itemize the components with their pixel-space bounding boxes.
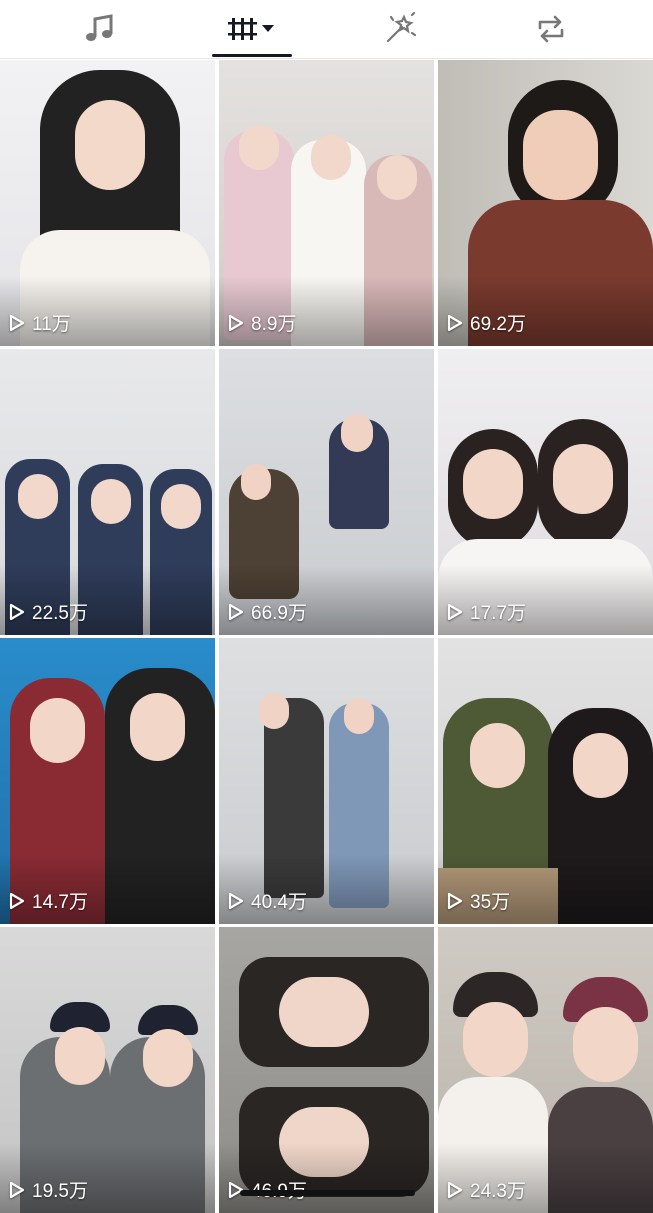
view-count: 66.9万 xyxy=(228,598,307,625)
view-count: 24.3万 xyxy=(447,1176,526,1203)
view-count: 11万 xyxy=(9,309,71,336)
video-thumbnail[interactable]: 17.7万 xyxy=(438,349,653,635)
video-grid-icon xyxy=(228,18,274,40)
view-count-text: 11万 xyxy=(32,314,71,335)
video-thumbnail[interactable]: 11万 xyxy=(0,60,215,346)
thumbnail-figure xyxy=(18,474,58,519)
view-count: 22.5万 xyxy=(9,598,88,625)
view-count: 14.7万 xyxy=(9,887,88,914)
view-count-text: 66.9万 xyxy=(251,603,307,624)
video-thumbnail[interactable]: 40.4万 xyxy=(219,638,434,924)
play-icon xyxy=(228,603,244,620)
view-count-text: 69.2万 xyxy=(470,314,526,335)
thumbnail-figure xyxy=(463,1002,528,1077)
play-icon xyxy=(447,314,463,331)
view-count-text: 19.5万 xyxy=(32,1181,88,1202)
thumbnail-figure xyxy=(75,100,145,190)
play-icon xyxy=(447,603,463,620)
play-icon xyxy=(9,892,25,909)
view-count-text: 35万 xyxy=(470,892,511,913)
tab-music[interactable] xyxy=(55,0,145,58)
view-count: 8.9万 xyxy=(228,309,296,336)
thumbnail-figure xyxy=(341,414,373,452)
thumbnail-figure xyxy=(523,110,598,200)
magic-wand-icon xyxy=(386,11,417,43)
play-icon xyxy=(9,314,25,331)
tab-favorites[interactable] xyxy=(355,0,445,58)
tab-reposts[interactable] xyxy=(506,0,596,58)
play-icon xyxy=(228,314,244,331)
view-count-text: 17.7万 xyxy=(470,603,526,624)
home-indicator[interactable] xyxy=(240,1190,415,1196)
play-icon xyxy=(447,1181,463,1198)
view-count: 17.7万 xyxy=(447,598,526,625)
thumbnail-figure xyxy=(470,723,525,788)
thumbnail-figure xyxy=(239,125,279,170)
view-count-text: 40.4万 xyxy=(251,892,307,913)
view-count: 35万 xyxy=(447,887,510,914)
profile-tab-bar xyxy=(0,0,653,59)
active-tab-indicator xyxy=(212,54,292,57)
thumbnail-figure xyxy=(161,484,201,529)
view-count-text: 8.9万 xyxy=(251,314,297,335)
view-count-text: 24.3万 xyxy=(470,1181,526,1202)
thumbnail-figure xyxy=(259,693,289,729)
view-count-text: 14.7万 xyxy=(32,892,88,913)
music-note-icon xyxy=(86,14,113,41)
video-thumbnail[interactable]: 46.9万 xyxy=(219,927,434,1213)
video-thumbnail[interactable]: 69.2万 xyxy=(438,60,653,346)
play-icon xyxy=(9,1181,25,1198)
view-count-text: 22.5万 xyxy=(32,603,88,624)
thumbnail-figure xyxy=(143,1029,193,1087)
thumbnail-figure xyxy=(463,449,523,519)
thumbnail-figure xyxy=(344,698,374,734)
thumbnail-figure xyxy=(241,464,271,500)
thumbnail-figure xyxy=(130,693,185,761)
video-thumbnail[interactable]: 24.3万 xyxy=(438,927,653,1213)
thumbnail-figure xyxy=(279,977,369,1047)
thumbnail-figure xyxy=(573,1007,638,1082)
play-icon xyxy=(228,892,244,909)
thumbnail-figure xyxy=(91,479,131,524)
video-thumbnail[interactable]: 8.9万 xyxy=(219,60,434,346)
thumbnail-figure xyxy=(377,155,417,200)
thumbnail-figure xyxy=(55,1027,105,1085)
video-thumbnail[interactable]: 22.5万 xyxy=(0,349,215,635)
video-thumbnail[interactable]: 19.5万 xyxy=(0,927,215,1213)
tab-videos[interactable] xyxy=(207,0,297,58)
thumbnail-figure xyxy=(573,733,628,798)
repost-icon xyxy=(538,15,564,43)
video-thumbnail[interactable]: 66.9万 xyxy=(219,349,434,635)
view-count: 69.2万 xyxy=(447,309,526,336)
play-icon xyxy=(447,892,463,909)
thumbnail-figure xyxy=(30,698,85,763)
chevron-down-icon xyxy=(262,25,274,32)
play-icon xyxy=(9,603,25,620)
video-thumbnail[interactable]: 35万 xyxy=(438,638,653,924)
thumbnail-figure xyxy=(553,444,613,514)
thumbnail-figure xyxy=(311,135,351,180)
view-count: 19.5万 xyxy=(9,1176,88,1203)
view-count: 40.4万 xyxy=(228,887,307,914)
video-thumbnail[interactable]: 14.7万 xyxy=(0,638,215,924)
